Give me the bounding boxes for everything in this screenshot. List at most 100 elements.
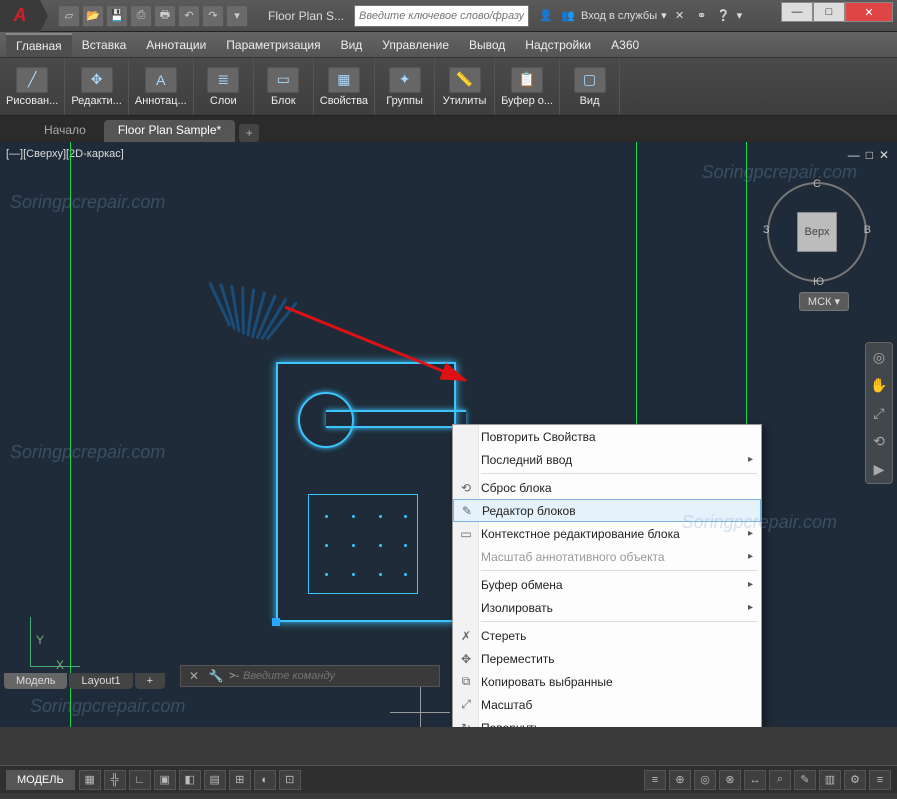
menu-item-0[interactable]: Главная (6, 33, 72, 57)
add-layout-button[interactable]: + (135, 673, 165, 689)
menu-item-2[interactable]: Аннотации (136, 34, 216, 56)
cmd-tool-icon[interactable]: 🔧 (207, 667, 225, 685)
nav-pan-icon[interactable]: ✋ (869, 375, 889, 395)
status-icon-18[interactable]: ≡ (869, 770, 891, 790)
context-item-4[interactable]: ✎Редактор блоков (453, 499, 761, 522)
ribbon-panel-7[interactable]: 📏Утилиты (435, 58, 495, 115)
close-button[interactable]: ✕ (845, 2, 893, 22)
nav-zoom-icon[interactable]: ⤢ (869, 403, 889, 423)
status-icon-6[interactable]: ⊞ (229, 770, 251, 790)
context-item-11[interactable]: ✗Стереть (453, 624, 761, 647)
layout-tab-0[interactable]: Модель (4, 673, 67, 689)
help-dropdown-icon[interactable]: ▾ (737, 9, 743, 22)
document-tab-0[interactable]: Начало (30, 120, 100, 142)
status-icon-17[interactable]: ⚙ (844, 770, 866, 790)
layout-tab-1[interactable]: Layout1 (69, 673, 132, 689)
ribbon-panel-1[interactable]: ✥Редакти... (65, 58, 129, 115)
minimize-button[interactable]: — (781, 2, 813, 22)
menu-item-6[interactable]: Вывод (459, 34, 515, 56)
viewport-label[interactable]: [—][Сверху][2D-каркас] (6, 148, 124, 160)
command-input[interactable] (243, 670, 435, 682)
compass-s[interactable]: Ю (813, 276, 824, 288)
ribbon-panel-4[interactable]: ▭Блок (254, 58, 314, 115)
ribbon-panel-2[interactable]: AАннотац... (129, 58, 194, 115)
context-item-5[interactable]: ▭Контекстное редактирование блока▸ (453, 522, 761, 545)
menu-item-3[interactable]: Параметризация (216, 34, 330, 56)
ribbon-panel-8[interactable]: 📋Буфер о... (495, 58, 560, 115)
status-icon-16[interactable]: ▥ (819, 770, 841, 790)
compass-n[interactable]: С (813, 178, 821, 190)
cloud-icon[interactable]: ⚭ (693, 7, 711, 25)
ribbon-panel-0[interactable]: ╱Рисован... (0, 58, 65, 115)
vp-max-icon[interactable]: □ (866, 148, 873, 162)
menu-item-8[interactable]: A360 (601, 34, 649, 56)
qat-undo-icon[interactable]: ↶ (178, 5, 200, 27)
block-object[interactable] (276, 362, 456, 622)
status-icon-3[interactable]: ▣ (154, 770, 176, 790)
status-icon-11[interactable]: ◎ (694, 770, 716, 790)
context-item-13[interactable]: ⧉Копировать выбранные (453, 670, 761, 693)
nav-wheel-icon[interactable]: ◎ (869, 347, 889, 367)
ribbon-panel-5[interactable]: ▦Свойства (314, 58, 375, 115)
context-item-14[interactable]: ⤢Масштаб (453, 693, 761, 716)
model-button[interactable]: МОДЕЛЬ (6, 770, 75, 790)
menu-item-4[interactable]: Вид (331, 34, 373, 56)
app-logo[interactable]: A (0, 0, 40, 32)
status-icon-1[interactable]: ╬ (104, 770, 126, 790)
menu-item-1[interactable]: Вставка (72, 34, 137, 56)
exchange-icon[interactable]: ✕ (671, 7, 689, 25)
qat-saveas-icon[interactable]: ⎙ (130, 5, 152, 27)
ribbon-panel-3[interactable]: ≣Слои (194, 58, 254, 115)
viewcube[interactable]: Верх С Ю В З (767, 182, 867, 282)
grip-handle[interactable] (272, 618, 280, 626)
ribbon-icon: A (145, 67, 177, 93)
ribbon-panel-9[interactable]: ▢Вид (560, 58, 620, 115)
status-icon-13[interactable]: ↔ (744, 770, 766, 790)
ribbon-panel-6[interactable]: ✦Группы (375, 58, 435, 115)
status-icon-2[interactable]: ∟ (129, 770, 151, 790)
maximize-button[interactable]: □ (813, 2, 845, 22)
qat-new-icon[interactable]: ▱ (58, 5, 80, 27)
status-icon-14[interactable]: ⌕ (769, 770, 791, 790)
add-tab-button[interactable]: + (239, 124, 259, 142)
context-item-15[interactable]: ↻Повернуть (453, 716, 761, 727)
nav-showmotion-icon[interactable]: ▶ (869, 459, 889, 479)
context-item-1[interactable]: Последний ввод▸ (453, 448, 761, 471)
search-input[interactable] (354, 5, 529, 27)
status-icon-12[interactable]: ⊗ (719, 770, 741, 790)
vp-min-icon[interactable]: — (848, 148, 860, 162)
menu-item-5[interactable]: Управление (372, 34, 459, 56)
signin-area[interactable]: 👤 👥 Вход в службы ▾ ✕ ⚭ ❔ ▾ (537, 7, 742, 25)
context-item-8[interactable]: Буфер обмена▸ (453, 573, 761, 596)
menu-item-7[interactable]: Надстройки (515, 34, 601, 56)
qat-dropdown-icon[interactable]: ▾ (226, 5, 248, 27)
qat-save-icon[interactable]: 💾 (106, 5, 128, 27)
status-icon-8[interactable]: ⊡ (279, 770, 301, 790)
ucs-button[interactable]: МСК ▾ (799, 292, 849, 311)
vp-close-icon[interactable]: ✕ (879, 148, 889, 162)
status-icon-10[interactable]: ⊕ (669, 770, 691, 790)
drawing-area[interactable]: [—][Сверху][2D-каркас] — □ ✕ Y X (0, 142, 897, 727)
status-icon-4[interactable]: ◧ (179, 770, 201, 790)
context-item-3[interactable]: ⟲Сброс блока (453, 476, 761, 499)
compass-e[interactable]: В (864, 224, 871, 236)
compass-w[interactable]: З (763, 224, 770, 236)
status-icon-15[interactable]: ✎ (794, 770, 816, 790)
status-icon-7[interactable]: ◐ (254, 770, 276, 790)
signin-dropdown-icon[interactable]: ▾ (661, 9, 667, 22)
status-icon-9[interactable]: ≡ (644, 770, 666, 790)
context-item-9[interactable]: Изолировать▸ (453, 596, 761, 619)
document-tab-1[interactable]: Floor Plan Sample* (104, 120, 235, 142)
qat-print-icon[interactable]: 🖶 (154, 5, 176, 27)
viewcube-face[interactable]: Верх (797, 212, 837, 252)
command-line[interactable]: ✕ 🔧 >- (180, 665, 440, 687)
cmd-close-icon[interactable]: ✕ (185, 667, 203, 685)
qat-open-icon[interactable]: 📂 (82, 5, 104, 27)
nav-orbit-icon[interactable]: ⟲ (869, 431, 889, 451)
status-icon-5[interactable]: ▤ (204, 770, 226, 790)
help-icon[interactable]: ❔ (715, 7, 733, 25)
context-item-0[interactable]: Повторить Свойства (453, 425, 761, 448)
context-item-12[interactable]: ✥Переместить (453, 647, 761, 670)
status-icon-0[interactable]: ▦ (79, 770, 101, 790)
qat-redo-icon[interactable]: ↷ (202, 5, 224, 27)
